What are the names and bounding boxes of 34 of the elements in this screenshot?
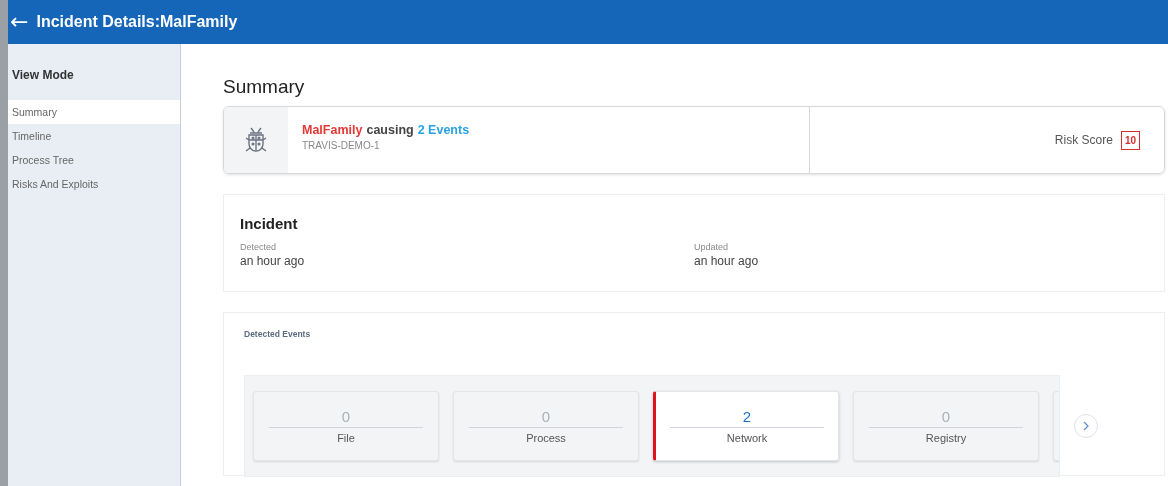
page-title: Summary xyxy=(223,76,306,98)
field-value: an hour ago xyxy=(694,254,760,268)
sidebar-item[interactable]: Summary xyxy=(8,100,180,124)
event-card[interactable]: 0 Registry xyxy=(853,391,1039,461)
window-title: Incident Details:MalFamily xyxy=(36,13,238,31)
risk-score-label: Risk Score xyxy=(1054,133,1113,147)
host-name: TRAVIS-DEMO-1 xyxy=(302,140,381,151)
sidebar-heading: View Mode xyxy=(11,67,75,84)
event-count: 2 xyxy=(670,408,824,428)
field-label: Updated xyxy=(694,242,730,252)
event-count: 0 xyxy=(869,408,1023,428)
field-value: an hour ago xyxy=(240,254,306,268)
malware-family: MalFamily xyxy=(302,123,363,137)
next-button[interactable] xyxy=(1074,414,1098,438)
event-card[interactable]: 2 Network xyxy=(653,391,839,461)
event-count: 0 xyxy=(269,408,423,428)
event-label: Registry xyxy=(925,432,967,444)
event-label: Process xyxy=(526,432,566,444)
section-title: Incident xyxy=(240,215,299,232)
field-label: Detected xyxy=(240,242,278,252)
event-card[interactable]: 0 Process xyxy=(453,391,639,461)
event-card[interactable]: 0 File xyxy=(253,391,439,461)
event-label: File xyxy=(337,432,355,444)
event-count: 0 xyxy=(469,408,623,428)
bug-icon xyxy=(245,127,267,153)
sidebar-item[interactable]: Risks And Exploits xyxy=(8,172,180,196)
section-title: Detected Events xyxy=(244,329,312,339)
risk-score-badge: 10 xyxy=(1120,130,1140,150)
back-button[interactable]: ← xyxy=(8,11,37,33)
sidebar-item[interactable]: Process Tree xyxy=(8,148,180,172)
chevron-right-icon xyxy=(1083,421,1089,431)
causing-text: causing xyxy=(366,123,414,137)
sidebar-item[interactable]: Timeline xyxy=(8,124,180,148)
event-label: Network xyxy=(726,432,768,444)
